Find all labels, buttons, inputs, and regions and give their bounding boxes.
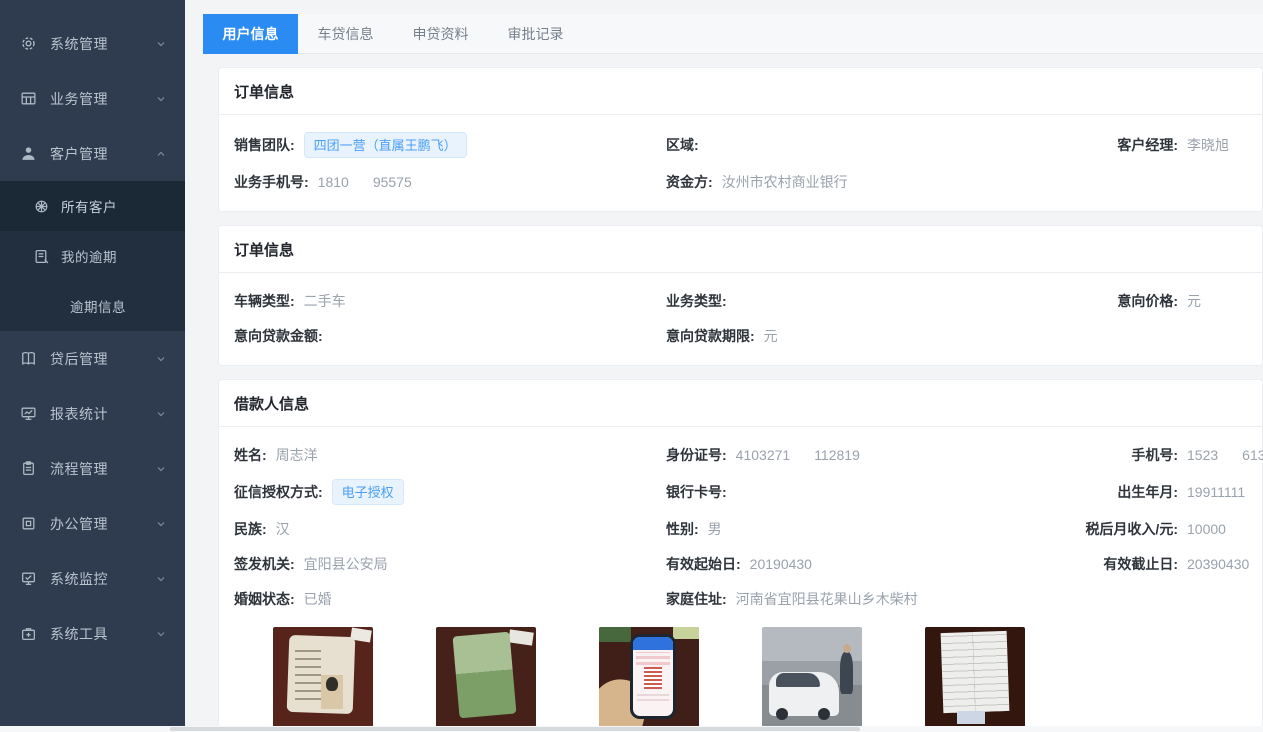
toolbox-icon [20,625,37,642]
monitor-icon [20,405,37,422]
person-car-photo [762,627,862,726]
field-issuing-authority: 签发机关: 宜阳县公安局 [234,554,666,574]
sidebar-item-customer-mgmt[interactable]: 客户管理 [0,126,185,181]
field-valid-to: 有效截止日: 20390430 [1066,554,1249,574]
chevron-down-icon [155,628,167,640]
chevron-down-icon [155,518,167,530]
field-sales-team: 销售团队: 四团一营（直属王鹏飞） [234,132,666,158]
field-bank-card: 银行卡号: [666,482,1066,502]
field-id-number: 身份证号: 4103271112819 [666,445,1066,465]
field-intended-loan-term: 意向贷款期限: 元 [666,326,1066,346]
field-account-manager: 客户经理: 李晓旭 [1066,135,1247,155]
field-gender: 性别: 男 [666,519,1066,539]
sidebar-item-label: 所有客户 [61,196,167,216]
sidebar: 系统管理 业务管理 客户管理 所有客户 我的逾期 [0,0,185,726]
credit-auth-tag[interactable]: 电子授权 [332,479,404,505]
wheel-icon [33,198,50,215]
sidebar-item-label: 系统监控 [50,569,155,589]
sidebar-item-all-customers[interactable]: 所有客户 [0,181,185,231]
sidebar-item-label: 系统管理 [50,34,155,54]
borrower-info-card: 借款人信息 姓名: 周志洋 身份证号: 4103271112819 手机号: 1… [218,379,1263,726]
sidebar-item-label: 办公管理 [50,514,155,534]
sidebar-item-label: 业务管理 [50,89,155,109]
field-vehicle-type: 车辆类型: 二手车 [234,291,666,311]
field-marital-status: 婚姻状态: 已婚 [234,589,666,609]
household-register-photo [436,627,536,726]
field-business-phone: 业务手机号: 181095575 [234,172,666,192]
tab-loan-application-docs[interactable]: 申贷资料 [393,14,488,54]
sidebar-item-system-mgmt[interactable]: 系统管理 [0,16,185,71]
open-book-icon [20,350,37,367]
chevron-down-icon [155,93,167,105]
sidebar-item-system-tools[interactable]: 系统工具 [0,606,185,661]
sidebar-item-my-overdue[interactable]: 我的逾期 [0,231,185,281]
field-intended-price: 意向价格: 元 [1066,291,1247,311]
phone-qr-photo [599,627,699,726]
sidebar-item-process-mgmt[interactable]: 流程管理 [0,441,185,496]
sidebar-item-label: 逾期信息 [70,296,167,316]
card-title: 借款人信息 [219,380,1262,427]
sidebar-item-business-mgmt[interactable]: 业务管理 [0,71,185,126]
photo-id-card-portrait[interactable]: 人像面 [273,627,373,726]
chevron-down-icon [155,408,167,420]
card-title: 订单信息 [219,68,1262,115]
clipboard-icon [20,460,37,477]
field-intended-loan-amount: 意向贷款金额: [234,326,666,346]
field-birth: 出生年月: 19911111 [1066,482,1247,502]
sidebar-item-label: 流程管理 [50,459,155,479]
photo-other-document[interactable]: 其他材料 [925,627,1025,726]
order-info-card-1: 订单信息 销售团队: 四团一营（直属王鹏飞） 区域: 客户经理: 李晓旭 业务手 [218,67,1263,212]
field-mobile: 手机号: 15236137 [1066,445,1263,465]
monitor-check-icon [20,570,37,587]
sidebar-item-system-monitor[interactable]: 系统监控 [0,551,185,606]
gear-icon [20,35,37,52]
field-ethnicity: 民族: 汉 [234,519,666,539]
field-name: 姓名: 周志洋 [234,445,666,465]
grid-icon [20,90,37,107]
sidebar-item-label: 报表统计 [50,404,155,424]
order-info-card-2: 订单信息 车辆类型: 二手车 业务类型: 意向价格: 元 意向贷款金额: [218,225,1263,366]
photo-household-register[interactable]: 整本户口本 [436,627,536,726]
main-content: 用户信息 车贷信息 申贷资料 审批记录 订单信息 销售团队: 四团一营（直属王鹏… [185,0,1263,726]
sidebar-item-postloan-mgmt[interactable]: 贷后管理 [0,331,185,386]
horizontal-scrollbar[interactable] [0,726,1263,732]
field-income: 税后月收入/元: 10000 [1066,519,1247,539]
customer-submenu: 所有客户 我的逾期 逾期信息 [0,181,185,331]
sidebar-item-label: 我的逾期 [61,246,167,266]
card-title: 订单信息 [219,226,1262,273]
id-card-photo [273,627,373,726]
sidebar-item-report-stats[interactable]: 报表统计 [0,386,185,441]
detail-tabbar: 用户信息 车贷信息 申贷资料 审批记录 [203,14,1263,54]
sidebar-item-label: 系统工具 [50,624,155,644]
field-valid-from: 有效起始日: 20190430 [666,554,1066,574]
document-photos: 人像面 整本户口本 征信记录 [234,627,1247,726]
sidebar-item-label: 客户管理 [50,144,155,164]
tab-user-info[interactable]: 用户信息 [203,14,298,54]
chevron-up-icon [155,148,167,160]
sales-team-tag[interactable]: 四团一营（直属王鹏飞） [304,132,467,158]
field-home-address: 家庭住址: 河南省宜阳县花果山乡木柴村 [666,589,1066,609]
sidebar-item-label: 贷后管理 [50,349,155,369]
chevron-down-icon [155,38,167,50]
field-business-type: 业务类型: [666,291,1066,311]
square-in-square-icon [20,515,37,532]
field-region: 区域: [666,135,1066,155]
chevron-down-icon [155,353,167,365]
sidebar-item-office-mgmt[interactable]: 办公管理 [0,496,185,551]
paper-document-photo [925,627,1025,726]
tab-car-loan-info[interactable]: 车贷信息 [298,14,393,54]
user-icon [20,145,37,162]
tab-approval-records[interactable]: 审批记录 [488,14,583,54]
field-credit-auth: 征信授权方式: 电子授权 [234,479,666,505]
chevron-down-icon [155,573,167,585]
notebook-icon [33,248,50,265]
sidebar-item-overdue-info[interactable]: 逾期信息 [0,281,185,331]
chevron-down-icon [155,463,167,475]
photo-credit-record[interactable]: 征信记录 [599,627,699,726]
scrollbar-thumb[interactable] [170,727,860,731]
photo-person-with-car[interactable]: 人车合影 [762,627,862,726]
field-funder: 资金方: 汝州市农村商业银行 [666,172,1066,192]
